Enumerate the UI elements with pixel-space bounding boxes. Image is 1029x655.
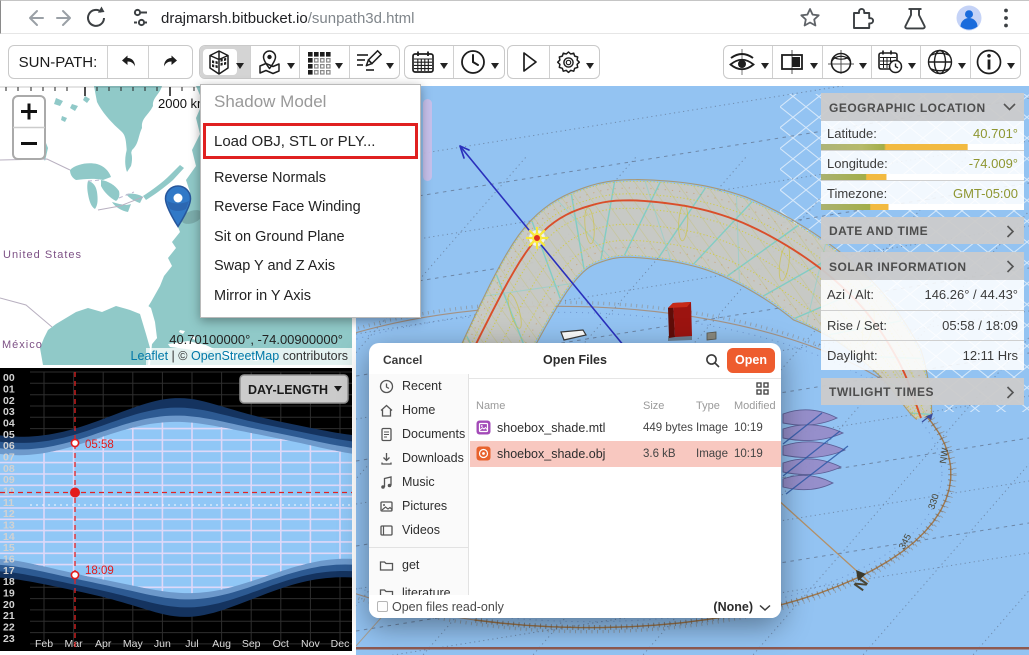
- svg-text:Nov: Nov: [301, 638, 320, 650]
- svg-text:40.70100000°, -74.00900000°: 40.70100000°, -74.00900000°: [169, 332, 343, 347]
- svg-text:drajmarsh.bitbucket.io/sunpath: drajmarsh.bitbucket.io/sunpath3d.html: [161, 10, 414, 27]
- svg-text:Dec: Dec: [331, 638, 350, 650]
- svg-text:17: 17: [3, 565, 15, 577]
- svg-text:Feb: Feb: [35, 638, 53, 650]
- svg-text:21: 21: [3, 610, 15, 622]
- svg-text:May: May: [123, 638, 144, 650]
- svg-text:06: 06: [3, 440, 15, 452]
- svg-text:05:58: 05:58: [85, 439, 114, 451]
- svg-text:10: 10: [3, 486, 15, 498]
- svg-text:23: 23: [3, 633, 15, 645]
- svg-text:16: 16: [3, 553, 15, 565]
- svg-text:United States: United States: [3, 249, 82, 261]
- svg-text:México: México: [2, 339, 43, 351]
- svg-text:Leaflet | © OpenStreetMap cont: Leaflet | © OpenStreetMap contributors: [131, 349, 348, 363]
- svg-text:07: 07: [3, 452, 15, 464]
- svg-text:11: 11: [3, 497, 14, 509]
- svg-text:14: 14: [3, 531, 15, 543]
- svg-text:Apr: Apr: [95, 638, 112, 650]
- svg-text:NW: NW: [938, 447, 951, 464]
- svg-text:02: 02: [3, 395, 15, 407]
- svg-text:DAY-LENGTH: DAY-LENGTH: [248, 383, 328, 397]
- svg-text:01: 01: [3, 384, 15, 396]
- svg-text:04: 04: [3, 418, 15, 430]
- svg-text:08: 08: [3, 463, 15, 475]
- svg-text:Jun: Jun: [154, 638, 171, 650]
- svg-text:Mar: Mar: [65, 638, 84, 650]
- svg-text:20: 20: [3, 599, 15, 611]
- svg-text:12: 12: [3, 508, 15, 520]
- svg-text:Oct: Oct: [273, 638, 289, 650]
- svg-text:Aug: Aug: [212, 638, 231, 650]
- svg-text:13: 13: [3, 520, 15, 532]
- svg-text:15: 15: [3, 542, 15, 554]
- svg-text:18:09: 18:09: [85, 565, 114, 577]
- svg-text:00: 00: [3, 372, 15, 384]
- svg-text:Sep: Sep: [242, 638, 261, 650]
- svg-text:05: 05: [3, 429, 15, 441]
- svg-text:22: 22: [3, 621, 15, 633]
- svg-text:09: 09: [3, 474, 15, 486]
- svg-text:18: 18: [3, 576, 15, 588]
- svg-text:Jul: Jul: [185, 638, 198, 650]
- svg-text:03: 03: [3, 406, 15, 418]
- svg-text:19: 19: [3, 587, 15, 599]
